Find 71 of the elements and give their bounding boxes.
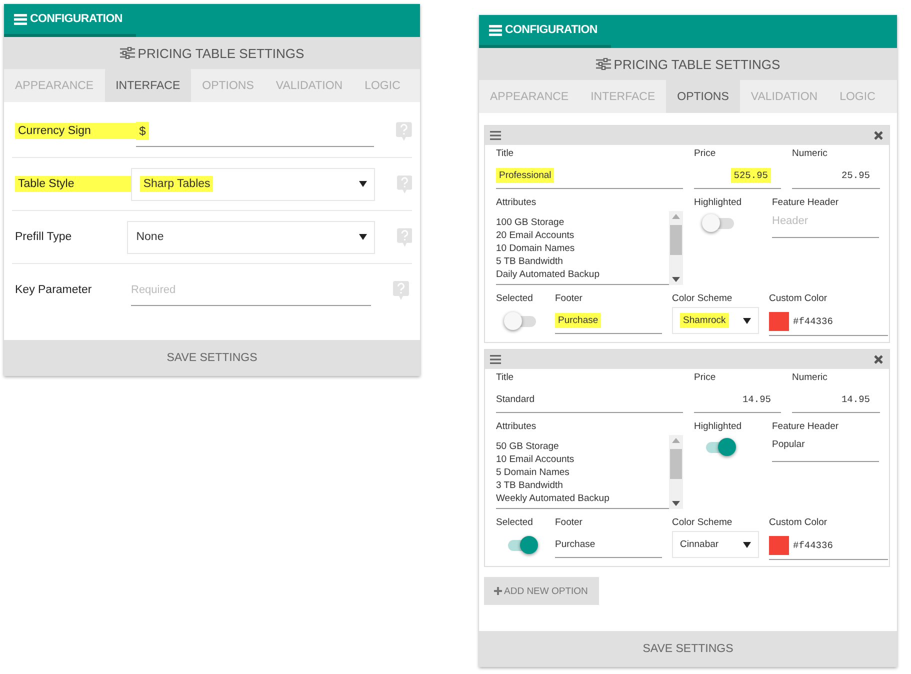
- field-label: Feature Header: [772, 197, 839, 210]
- settings-title: PRICING TABLE SETTINGS: [138, 46, 304, 60]
- feature-header-input[interactable]: Popular: [772, 435, 879, 462]
- field-label: Title: [496, 372, 514, 385]
- save-settings-button[interactable]: SAVE SETTINGS: [4, 340, 420, 376]
- field-label: Title: [496, 148, 514, 161]
- field-label: Color Scheme: [672, 293, 732, 306]
- attributes-textarea[interactable]: 100 GB Storage 20 Email Accounts 10 Domain Names 5 TB Bandwidth Daily Automated Backup: [496, 211, 683, 285]
- field-label: Highlighted: [694, 421, 742, 434]
- field-label: Key Parameter: [15, 284, 93, 296]
- field-label: Prefill Type: [15, 231, 73, 243]
- scroll-up-icon[interactable]: [672, 438, 680, 443]
- field-label: Price: [694, 372, 716, 385]
- custom-color-input[interactable]: #f44336: [769, 531, 888, 560]
- field-label: Table Style: [15, 176, 132, 192]
- field-label: Color Scheme: [672, 517, 732, 530]
- field-label: Selected: [496, 517, 533, 530]
- save-settings-button[interactable]: SAVE SETTINGS: [479, 631, 897, 667]
- color-swatch[interactable]: [769, 536, 789, 554]
- numeric-input[interactable]: 14.95: [792, 386, 880, 413]
- field-label: Footer: [555, 517, 582, 530]
- field-label: Custom Color: [769, 293, 828, 306]
- scrollbar[interactable]: [669, 211, 683, 285]
- color-swatch[interactable]: [769, 312, 789, 330]
- select-field[interactable]: Sharp Tables: [131, 168, 375, 200]
- price-input[interactable]: 14.95: [694, 386, 781, 413]
- field-label: Footer: [555, 293, 582, 306]
- field-label: Currency Sign: [15, 123, 136, 139]
- close-icon[interactable]: [874, 355, 883, 364]
- color-scheme-select[interactable]: Shamrock: [672, 307, 759, 334]
- settings-title: PRICING TABLE SETTINGS: [614, 56, 780, 72]
- caret-icon: [743, 318, 751, 324]
- footer-input[interactable]: Purchase: [555, 531, 662, 558]
- color-scheme-select[interactable]: Cinnabar: [672, 531, 759, 558]
- menu-icon: [489, 24, 502, 36]
- custom-color-input[interactable]: #f44336: [769, 307, 888, 336]
- field-label: Highlighted: [694, 197, 742, 210]
- field-label: Attributes: [496, 421, 536, 434]
- tab[interactable]: INTERFACE: [104, 69, 192, 102]
- field-label: Custom Color: [769, 517, 828, 530]
- footer-input[interactable]: Purchase: [555, 307, 662, 334]
- field-label: Feature Header: [772, 421, 839, 434]
- scroll-down-icon[interactable]: [672, 501, 680, 506]
- price-input[interactable]: 525.95: [694, 162, 781, 189]
- tab[interactable]: OPTIONS: [666, 80, 740, 113]
- sliders-icon: [596, 58, 611, 70]
- field-label: Attributes: [496, 197, 536, 210]
- field-label: Selected: [496, 293, 533, 306]
- field-label: Numeric: [792, 148, 828, 161]
- field-label: Numeric: [792, 372, 828, 385]
- scroll-up-icon[interactable]: [672, 214, 680, 219]
- caret-icon: [358, 234, 367, 240]
- drag-handle-icon[interactable]: [490, 131, 501, 140]
- close-icon[interactable]: [874, 131, 883, 140]
- menu-icon: [14, 14, 27, 24]
- sliders-icon: [120, 47, 135, 59]
- scrollbar[interactable]: [669, 435, 683, 509]
- select-field[interactable]: None: [127, 220, 375, 254]
- caret-icon: [743, 542, 751, 548]
- numeric-input[interactable]: 25.95: [792, 162, 880, 189]
- scroll-down-icon[interactable]: [672, 277, 680, 282]
- field-label: Price: [694, 148, 716, 161]
- caret-icon: [358, 181, 367, 187]
- drag-handle-icon[interactable]: [490, 355, 501, 364]
- title-input[interactable]: Professional: [496, 162, 683, 189]
- plus-icon: [494, 587, 502, 595]
- selected-toggle[interactable]: [504, 311, 538, 331]
- input-field[interactable]: $: [136, 116, 374, 146]
- title-input[interactable]: Standard: [496, 386, 683, 413]
- highlighted-toggle[interactable]: [702, 213, 736, 233]
- attributes-textarea[interactable]: 50 GB Storage 10 Email Accounts 5 Domain Names 3 TB Bandwidth Weekly Automated Backup: [496, 435, 683, 509]
